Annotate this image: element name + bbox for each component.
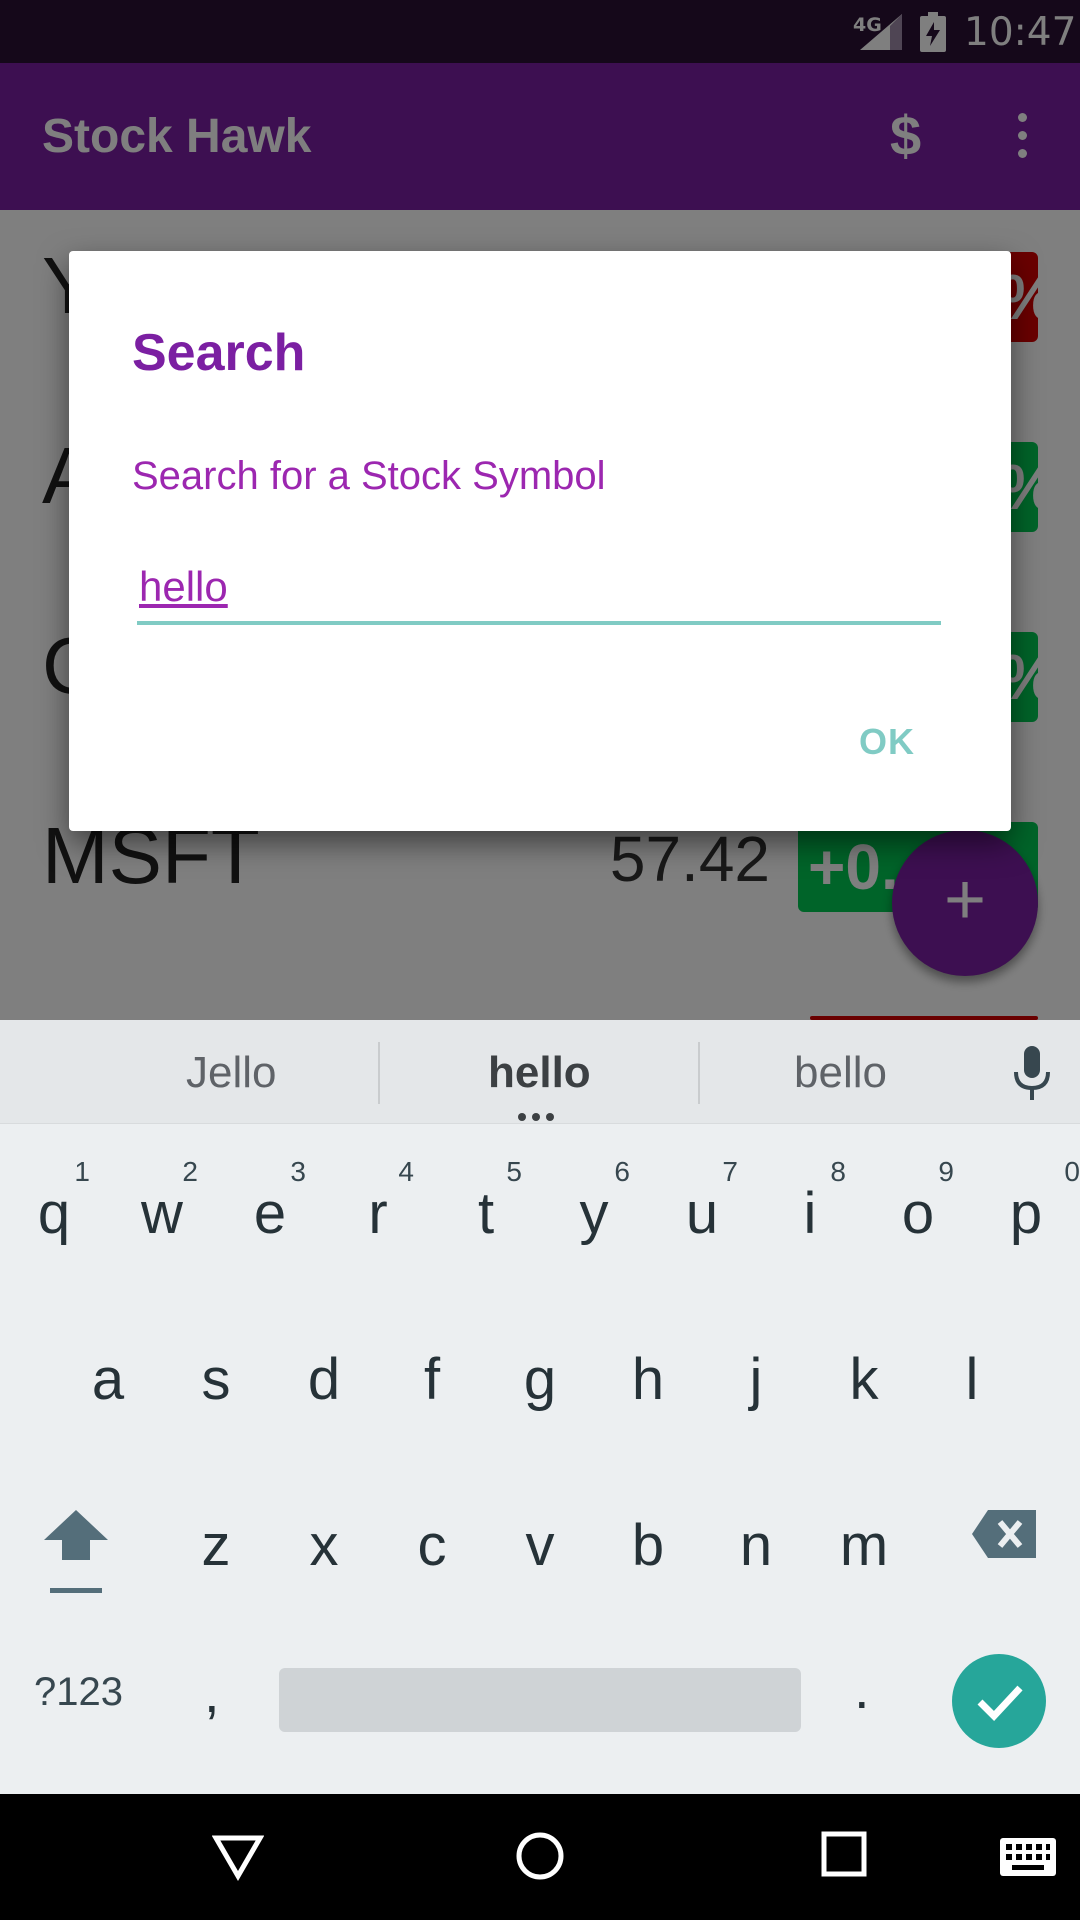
key-i[interactable]: 8i <box>756 1154 864 1274</box>
key-q[interactable]: 1q <box>0 1154 108 1274</box>
key-p[interactable]: 0p <box>972 1154 1080 1274</box>
soft-keyboard: Jello hello bello 1q 2w 3e 4r 5t 6y 7u 8… <box>0 1020 1080 1794</box>
recents-icon[interactable] <box>820 1830 868 1878</box>
key-u[interactable]: 7u <box>648 1154 756 1274</box>
microphone-icon[interactable] <box>1012 1046 1052 1102</box>
period-key[interactable]: . <box>854 1656 870 1721</box>
key-o[interactable]: 9o <box>864 1154 972 1274</box>
dialog-message: Search for a Stock Symbol <box>132 454 606 498</box>
back-icon[interactable] <box>212 1830 264 1882</box>
suggestion-center[interactable]: hello <box>488 1048 591 1098</box>
symbols-key[interactable]: ?123 <box>34 1670 123 1715</box>
key-d[interactable]: d <box>270 1320 378 1440</box>
key-j[interactable]: j <box>702 1320 810 1440</box>
key-c[interactable]: c <box>378 1486 486 1606</box>
key-f[interactable]: f <box>378 1320 486 1440</box>
key-h[interactable]: h <box>594 1320 702 1440</box>
key-a[interactable]: a <box>54 1320 162 1440</box>
backspace-icon[interactable] <box>972 1510 1036 1558</box>
key-s[interactable]: s <box>162 1320 270 1440</box>
symbol-search-input[interactable] <box>137 553 941 625</box>
key-n[interactable]: n <box>702 1486 810 1606</box>
key-w[interactable]: 2w <box>108 1154 216 1274</box>
key-r[interactable]: 4r <box>324 1154 432 1274</box>
keyboard-switch-icon[interactable] <box>1000 1838 1056 1876</box>
suggestion-strip: Jello hello bello <box>0 1020 1080 1124</box>
suggestion-right[interactable]: bello <box>794 1048 887 1098</box>
key-z[interactable]: z <box>162 1486 270 1606</box>
shift-icon[interactable] <box>44 1510 108 1596</box>
key-v[interactable]: v <box>486 1486 594 1606</box>
home-icon[interactable] <box>514 1830 566 1882</box>
suggestion-divider <box>378 1042 380 1104</box>
dialog-title: Search <box>132 324 306 382</box>
navigation-bar <box>0 1794 1080 1920</box>
more-suggestions-icon[interactable] <box>518 1108 562 1121</box>
key-y[interactable]: 6y <box>540 1154 648 1274</box>
ok-button[interactable]: OK <box>859 721 915 763</box>
suggestion-divider <box>698 1042 700 1104</box>
suggestion-left[interactable]: Jello <box>186 1048 277 1098</box>
checkmark-icon <box>977 1685 1023 1722</box>
key-b[interactable]: b <box>594 1486 702 1606</box>
key-m[interactable]: m <box>810 1486 918 1606</box>
key-t[interactable]: 5t <box>432 1154 540 1274</box>
done-key[interactable] <box>952 1654 1046 1748</box>
space-key[interactable] <box>279 1668 801 1732</box>
key-k[interactable]: k <box>810 1320 918 1440</box>
comma-key[interactable]: , <box>204 1660 220 1725</box>
key-l[interactable]: l <box>918 1320 1026 1440</box>
key-g[interactable]: g <box>486 1320 594 1440</box>
key-x[interactable]: x <box>270 1486 378 1606</box>
key-e[interactable]: 3e <box>216 1154 324 1274</box>
search-dialog: Search Search for a Stock Symbol OK <box>69 251 1011 831</box>
